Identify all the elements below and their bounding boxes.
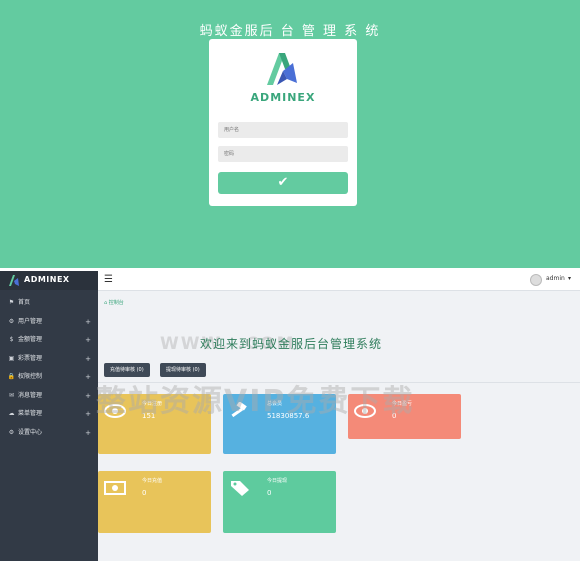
plus-icon: + — [85, 373, 91, 381]
login-screen: 蚂蚁金服后 台 管 理 系 统 ADMINEX ✔ — [0, 0, 580, 268]
sidebar-item[interactable]: ☁ 菜单管理 + — [0, 405, 98, 423]
pending-withdraw-button[interactable]: 提现待审核 (0) — [160, 363, 206, 377]
sidebar: ADMINEX ⚑ 首页 ⚙ 用户管理 + $ 金额管理 + ▣ 彩票管理 + 🔒 权限控制 + ✉ 消息管理… — [0, 271, 98, 561]
adminex-logo-icon — [267, 53, 297, 85]
plus-icon: + — [85, 336, 91, 344]
login-button[interactable]: ✔ — [218, 172, 348, 194]
adminex-logo-icon — [9, 275, 19, 286]
stat-card-label: 今日盈亏 — [392, 401, 413, 407]
topbar: ☰ admin ▾ — [98, 271, 580, 291]
stat-card-value: 0 — [142, 489, 147, 497]
sidebar-item-label: 消息管理 — [18, 391, 43, 399]
sidebar-item-label: 权限控制 — [18, 373, 43, 380]
sidebar-item[interactable]: 🔒 权限控制 + — [0, 368, 98, 386]
check-icon: ✔ — [277, 175, 289, 190]
plus-icon: + — [85, 391, 91, 400]
lock-icon: 🔒 — [7, 373, 16, 380]
sidebar-item-label: 用户管理 — [18, 317, 43, 325]
breadcrumb[interactable]: ⌂ 控制台 — [104, 299, 124, 306]
gavel-icon — [229, 401, 251, 420]
eye-icon — [104, 402, 126, 420]
user-menu[interactable]: admin ▾ — [530, 274, 574, 287]
cog-icon: ⚙ — [8, 317, 15, 325]
username-input[interactable] — [218, 122, 348, 138]
dollar-icon: $ — [9, 336, 14, 343]
stat-card-value: 51830857.6 — [267, 412, 310, 420]
chevron-down-icon: ▾ — [568, 275, 572, 282]
sidebar-item-label: 菜单管理 — [18, 410, 43, 417]
stat-card-value: 0 — [392, 412, 397, 420]
plus-icon: + — [85, 354, 91, 363]
sidebar-item[interactable]: ▣ 彩票管理 + — [0, 350, 98, 368]
plus-icon: + — [85, 428, 91, 437]
pending-recharge-button[interactable]: 充值待审核 (0) — [104, 363, 150, 377]
admin-dashboard: ADMINEX ⚑ 首页 ⚙ 用户管理 + $ 金额管理 + ▣ 彩票管理 + 🔒 权限控制 + ✉ 消息管理… — [0, 271, 580, 561]
hamburger-menu-icon[interactable]: ☰ — [104, 275, 113, 285]
avatar — [530, 274, 542, 286]
sidebar-brand-label: ADMINEX — [24, 275, 70, 284]
tag-icon — [229, 479, 251, 497]
sidebar-brand[interactable]: ADMINEX — [0, 271, 98, 290]
sidebar-item[interactable]: ⚑ 首页 — [0, 294, 98, 312]
stat-card-value: 0 — [267, 489, 272, 497]
sidebar-item[interactable]: ⚙ 用户管理 + — [0, 313, 98, 331]
sidebar-item-label: 设置中心 — [18, 428, 43, 436]
login-title: 蚂蚁金服后 台 管 理 系 统 — [199, 24, 381, 39]
chat-icon: ✉ — [8, 391, 15, 399]
money-icon — [104, 479, 126, 497]
picture-icon: ▣ — [8, 354, 15, 362]
login-brand: ADMINEX — [250, 91, 316, 104]
home-icon: ⌂ — [104, 300, 108, 306]
user-name: admin — [546, 275, 565, 282]
eye-icon — [354, 402, 376, 420]
login-card: ADMINEX ✔ — [209, 39, 357, 206]
gear-icon: ⚙ — [8, 428, 15, 436]
stat-card-label: 今日充值 — [142, 478, 163, 484]
sidebar-item[interactable]: ⚙ 设置中心 + — [0, 424, 98, 442]
plus-icon: + — [85, 317, 91, 326]
password-input[interactable] — [218, 146, 348, 162]
welcome-banner: 欢迎来到蚂蚁金服后台管理系统 — [200, 337, 383, 351]
stat-card: 今日盈亏 0 — [348, 394, 461, 439]
stat-card: 今日提现 0 — [223, 471, 336, 533]
flag-icon: ⚑ — [8, 299, 15, 306]
stat-card-value: 151 — [142, 412, 156, 420]
sidebar-item[interactable]: ✉ 消息管理 + — [0, 387, 98, 405]
content-divider — [98, 382, 580, 383]
stat-card-label: 总会员 — [267, 401, 283, 407]
cloud-icon: ☁ — [8, 410, 15, 417]
sidebar-item-label: 金额管理 — [18, 336, 43, 343]
stat-card-label: 今日提现 — [267, 478, 288, 484]
stat-card: 今日注册 151 — [98, 394, 211, 454]
sidebar-item[interactable]: $ 金额管理 + — [0, 331, 98, 349]
plus-icon: + — [85, 410, 91, 418]
stat-card: 今日充值 0 — [98, 471, 211, 533]
stat-card-label: 今日注册 — [142, 401, 163, 407]
breadcrumb-label: 控制台 — [108, 300, 124, 306]
stat-card: 总会员 51830857.6 — [223, 394, 336, 454]
sidebar-item-label: 彩票管理 — [18, 354, 43, 362]
sidebar-item-label: 首页 — [18, 299, 31, 306]
